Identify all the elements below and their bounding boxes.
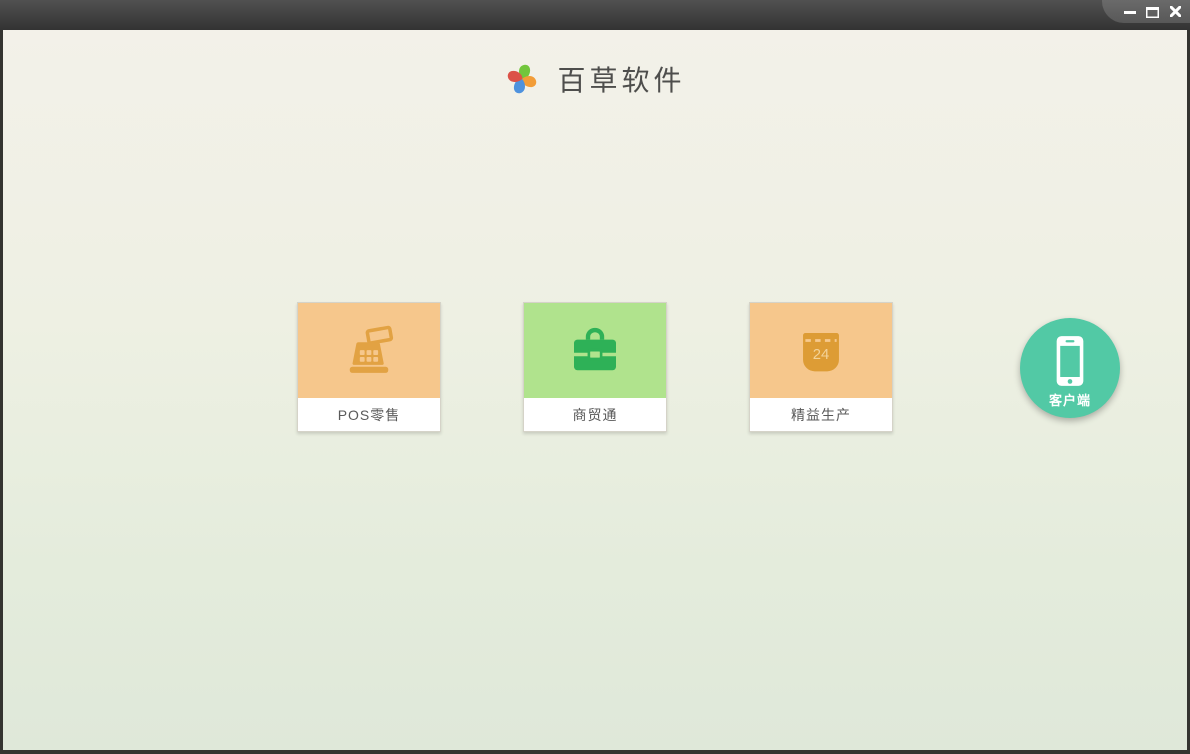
card-label: 商贸通 <box>524 398 666 431</box>
product-card-pos[interactable]: POS零售 <box>297 302 441 432</box>
maximize-icon <box>1146 6 1159 18</box>
calendar-icon: 24 <box>803 332 839 371</box>
close-icon <box>1170 6 1181 17</box>
briefcase-icon <box>574 327 616 370</box>
client-button-label: 客户端 <box>1048 393 1091 408</box>
cash-register-icon <box>349 325 394 373</box>
calendar-day-number: 24 <box>813 346 830 362</box>
client-button[interactable]: 客户端 <box>1020 318 1120 418</box>
window-controls <box>1102 0 1190 23</box>
card-tile <box>298 303 440 398</box>
header: 百草软件 <box>3 54 1187 104</box>
pinwheel-logo-icon <box>508 64 537 94</box>
product-card-lean[interactable]: 24 精益生产 <box>749 302 893 432</box>
maximize-button[interactable] <box>1143 3 1162 20</box>
main-content: 百草软件 POS零售 商贸通 24 精益生产 客户端 <box>3 30 1187 750</box>
close-button[interactable] <box>1166 3 1185 20</box>
card-tile <box>524 303 666 398</box>
app-window: 百草软件 POS零售 商贸通 24 精益生产 客户端 <box>0 0 1190 754</box>
card-label: POS零售 <box>298 398 440 431</box>
minimize-icon <box>1123 10 1136 14</box>
card-tile: 24 <box>750 303 892 398</box>
titlebar <box>0 0 1190 30</box>
card-label: 精益生产 <box>750 398 892 431</box>
app-title: 百草软件 <box>557 64 686 97</box>
product-card-trade[interactable]: 商贸通 <box>523 302 667 432</box>
minimize-button[interactable] <box>1120 3 1139 20</box>
smartphone-icon <box>1056 336 1084 386</box>
